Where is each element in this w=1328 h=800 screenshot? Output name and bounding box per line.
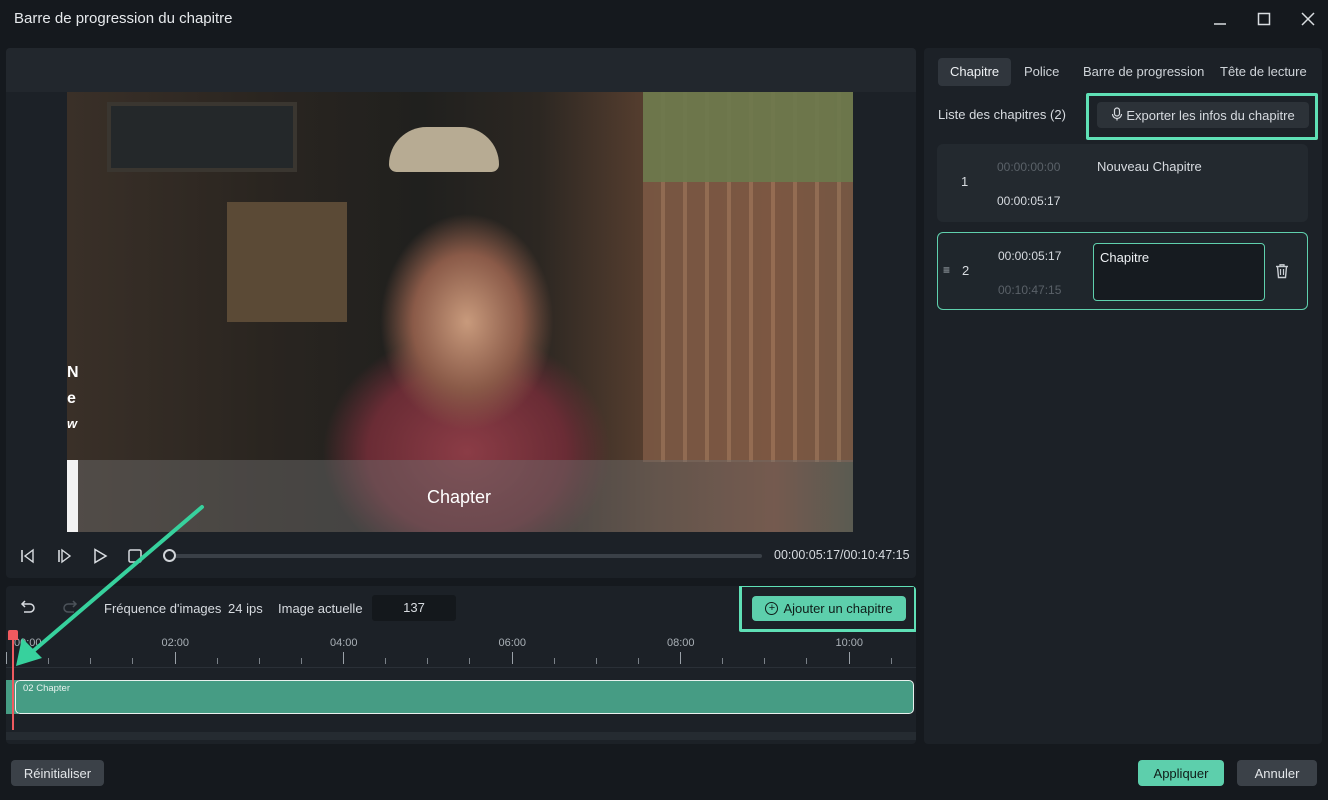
trash-icon[interactable] bbox=[1272, 261, 1292, 281]
ruler-minor-tick bbox=[806, 658, 808, 664]
ruler-minor-tick bbox=[216, 658, 218, 664]
current-frame-label: Image actuelle bbox=[278, 601, 363, 616]
drag-handle-icon[interactable]: ≡ bbox=[943, 263, 950, 277]
tab-tete-de-lecture[interactable]: Tête de lecture bbox=[1220, 58, 1307, 86]
tab-police[interactable]: Police bbox=[1024, 58, 1059, 86]
plus-circle-icon: + bbox=[765, 602, 779, 615]
ruler-major-tick bbox=[511, 652, 513, 664]
chapter-overlay-text: Chapter bbox=[427, 487, 492, 507]
ruler-minor-tick bbox=[637, 658, 639, 664]
video-scene-shelf bbox=[107, 102, 297, 172]
title-bar: Barre de progression du chapitre bbox=[0, 0, 1328, 38]
chapter-item-selected[interactable]: ≡ 2 00:00:05:17 00:10:47:15 Chapitre bbox=[937, 232, 1308, 310]
chapter-item[interactable]: 1 00:00:00:00 00:00:05:17 Nouveau Chapit… bbox=[937, 144, 1308, 222]
video-edge-text: w bbox=[67, 416, 78, 431]
microphone-icon bbox=[1111, 106, 1123, 124]
video-edge-text: N bbox=[67, 364, 79, 381]
playhead-line[interactable] bbox=[12, 638, 14, 730]
chapter-end-time: 00:10:47:15 bbox=[998, 283, 1062, 297]
video-scene-cap bbox=[389, 127, 499, 172]
ruler-minor-tick bbox=[722, 658, 724, 664]
ruler-time-label: 02:00 bbox=[161, 637, 190, 649]
ruler-time-label: 08:00 bbox=[667, 637, 695, 649]
cancel-button[interactable]: Annuler bbox=[1237, 760, 1317, 786]
chapter-overlay-progress bbox=[67, 460, 78, 532]
ruler-minor-tick bbox=[48, 658, 50, 664]
video-preview: N e w Chapter bbox=[67, 92, 853, 532]
ruler-minor-tick bbox=[764, 658, 766, 664]
prev-frame-icon[interactable] bbox=[16, 546, 38, 566]
video-edge-text: e bbox=[67, 390, 76, 407]
ruler-minor-tick bbox=[890, 658, 892, 664]
next-frame-icon[interactable] bbox=[53, 546, 75, 566]
ruler-time-label: 00:00 bbox=[14, 637, 42, 649]
chapter-list-title: Liste des chapitres (2) bbox=[938, 107, 1066, 122]
undo-icon[interactable] bbox=[18, 598, 36, 621]
tab-barre-de-progression[interactable]: Barre de progression bbox=[1083, 58, 1204, 86]
export-chapter-info-button[interactable]: Exporter les infos du chapitre bbox=[1097, 102, 1309, 128]
fps-label: Fréquence d'images bbox=[104, 601, 222, 616]
play-icon[interactable] bbox=[89, 546, 111, 566]
timeline-panel: Fréquence d'images 24 ips Image actuelle… bbox=[6, 586, 916, 744]
preview-panel: N e w Chapter 00:00:05:17/00:10:47:15 bbox=[6, 48, 916, 578]
redo-icon[interactable] bbox=[62, 598, 80, 621]
ruler-minor-tick bbox=[595, 658, 597, 664]
close-icon[interactable] bbox=[1296, 8, 1320, 30]
chapter-settings-panel: Chapitre Police Barre de progression Têt… bbox=[924, 48, 1322, 744]
add-chapter-button[interactable]: + Ajouter un chapitre bbox=[752, 596, 906, 621]
playback-bar: 00:00:05:17/00:10:47:15 bbox=[6, 536, 916, 576]
reset-button[interactable]: Réinitialiser bbox=[11, 760, 104, 786]
video-scene-box bbox=[227, 202, 347, 322]
video-scene-foliage bbox=[643, 92, 853, 182]
chapter-end-time: 00:00:05:17 bbox=[997, 194, 1061, 208]
ruler-time-label: 06:00 bbox=[498, 637, 527, 649]
ruler-minor-tick bbox=[258, 658, 260, 664]
fps-value: 24 ips bbox=[228, 601, 263, 616]
preview-header bbox=[6, 48, 916, 92]
timecode-display: 00:00:05:17/00:10:47:15 bbox=[774, 548, 910, 562]
chapter-index: 2 bbox=[962, 263, 970, 278]
ruler-major-tick bbox=[848, 652, 850, 664]
export-label: Exporter les infos du chapitre bbox=[1126, 107, 1295, 123]
ruler-minor-tick bbox=[469, 658, 471, 664]
ruler-time-label: 10:00 bbox=[835, 637, 864, 649]
timeline-ruler[interactable]: 00:00 02:00 04:00 06:00 08:00 10:00 bbox=[6, 632, 916, 668]
ruler-minor-tick bbox=[385, 658, 387, 664]
ruler-major-tick bbox=[680, 652, 681, 664]
stop-icon[interactable] bbox=[124, 546, 146, 566]
window-title: Barre de progression du chapitre bbox=[14, 10, 233, 27]
chapter-start-time: 00:00:00:00 bbox=[997, 160, 1061, 174]
ruler-minor-tick bbox=[132, 658, 134, 664]
ruler-major-tick bbox=[174, 652, 176, 664]
ruler-minor-tick bbox=[553, 658, 555, 664]
seek-handle[interactable] bbox=[163, 549, 176, 562]
ruler-minor-tick bbox=[90, 658, 92, 664]
ruler-minor-tick bbox=[300, 658, 302, 664]
timeline-scrollbar[interactable] bbox=[6, 732, 916, 740]
add-chapter-label: Ajouter un chapitre bbox=[783, 601, 893, 616]
apply-button[interactable]: Appliquer bbox=[1138, 760, 1224, 786]
chapter-name[interactable]: Nouveau Chapitre bbox=[1097, 159, 1202, 174]
chapter-start-time: 00:00:05:17 bbox=[998, 249, 1062, 263]
ruler-major-tick bbox=[6, 652, 7, 664]
tab-chapitre[interactable]: Chapitre bbox=[938, 58, 1012, 86]
track-clip-label: 02 Chapter bbox=[23, 683, 71, 694]
maximize-icon[interactable] bbox=[1252, 8, 1276, 30]
seek-bar[interactable] bbox=[170, 554, 762, 558]
chapter-track-clip[interactable]: 02 Chapter bbox=[15, 680, 914, 714]
current-frame-input[interactable]: 137 bbox=[372, 595, 456, 621]
chapter-index: 1 bbox=[961, 174, 969, 189]
chapter-name-input[interactable]: Chapitre bbox=[1093, 243, 1265, 301]
ruler-minor-tick bbox=[427, 658, 429, 664]
ruler-time-label: 04:00 bbox=[330, 637, 358, 649]
ruler-major-tick bbox=[343, 652, 344, 664]
minimize-icon[interactable] bbox=[1208, 8, 1232, 30]
